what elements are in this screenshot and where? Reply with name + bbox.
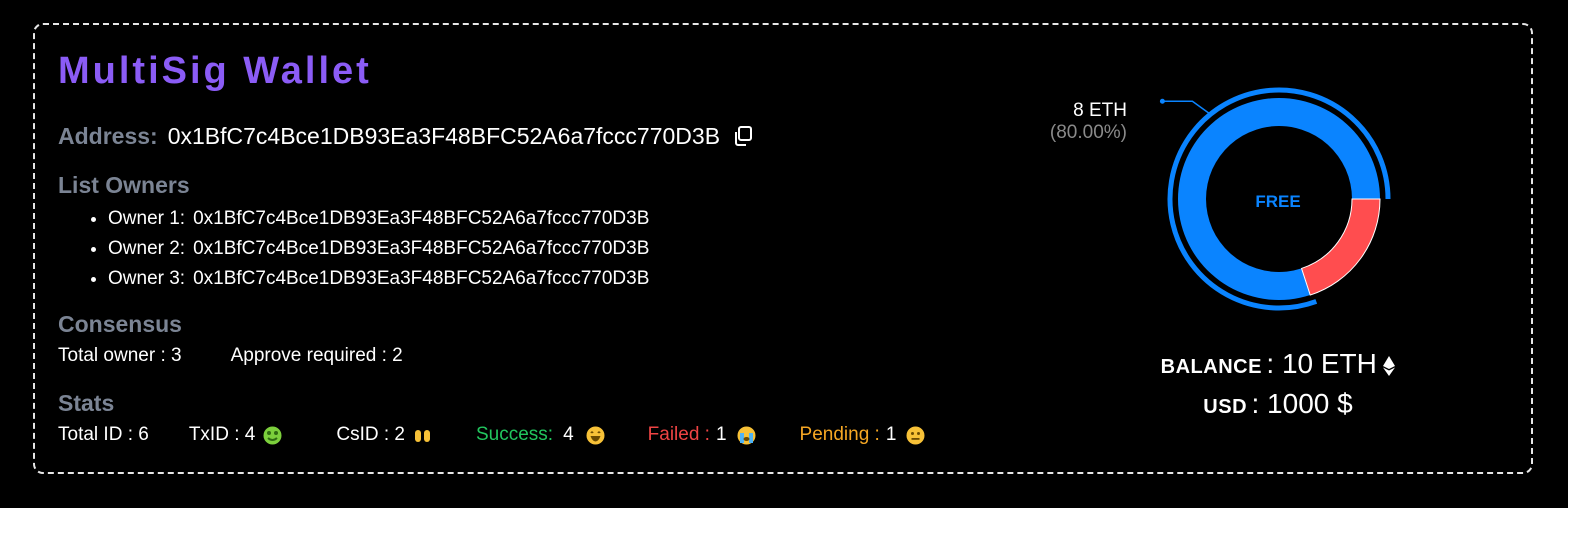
- txid-stat: TxID : 4: [189, 423, 283, 447]
- copy-icon[interactable]: [732, 125, 754, 147]
- consensus-heading: Consensus: [58, 311, 182, 337]
- ethereum-icon: [1383, 356, 1396, 381]
- usd-key: USD: [1203, 396, 1248, 418]
- list-item: Owner 1:0x1BfC7c4Bce1DB93Ea3F48BFC52A6a7…: [108, 204, 649, 234]
- owners-list: Owner 1:0x1BfC7c4Bce1DB93Ea3F48BFC52A6a7…: [58, 204, 649, 294]
- address-row: Address: 0x1BfC7c4Bce1DB93Ea3F48BFC52A6a…: [58, 120, 754, 152]
- crying-face-icon: [737, 426, 756, 445]
- grinning-face-icon: [586, 426, 605, 445]
- success-stat: Success: 4: [476, 423, 605, 447]
- usd-value: : 1000 $: [1251, 388, 1353, 419]
- money-mouth-face-icon: [263, 426, 282, 445]
- owners-heading: List Owners: [58, 172, 190, 198]
- wallet-address: 0x1BfC7c4Bce1DB93Ea3F48BFC52A6a7fccc770D…: [167, 122, 721, 149]
- callout-value: 8 ETH: [1073, 100, 1127, 121]
- total-id-stat: Total ID : 6: [58, 424, 149, 445]
- balance-value: : 10 ETH: [1266, 348, 1377, 379]
- balance-row: BALANCE : 10 ETH: [1100, 348, 1456, 381]
- approve-required-value: Approve required : 2: [230, 345, 403, 366]
- list-item: Owner 2:0x1BfC7c4Bce1DB93Ea3F48BFC52A6a7…: [108, 234, 649, 264]
- consensus-row: Total owner : 3 Approve required : 2: [58, 344, 403, 368]
- donut-center-label: FREE: [1255, 192, 1301, 211]
- total-owner-value: Total owner : 3: [58, 345, 182, 366]
- list-item: Owner 3:0x1BfC7c4Bce1DB93Ea3F48BFC52A6a7…: [108, 264, 649, 294]
- stats-heading: Stats: [58, 390, 115, 416]
- csid-stat: CsID : 2: [336, 423, 432, 447]
- address-label: Address:: [58, 122, 158, 149]
- page-title: MultiSig Wallet: [58, 50, 372, 92]
- usd-row: USD : 1000 $: [1100, 388, 1456, 420]
- callout-percent: (80.00%): [1049, 122, 1127, 143]
- pending-stat: Pending : 1: [800, 423, 926, 447]
- neutral-face-icon: [906, 426, 925, 445]
- balance-key: BALANCE: [1160, 356, 1262, 378]
- stats-row: Total ID : 6 TxID : 4 CsID : 2 Success: …: [58, 423, 925, 447]
- open-hands-icon: [413, 426, 432, 445]
- app-background: MultiSig Wallet Address: 0x1BfC7c4Bce1DB…: [0, 0, 1568, 508]
- failed-stat: Failed : 1: [648, 423, 756, 447]
